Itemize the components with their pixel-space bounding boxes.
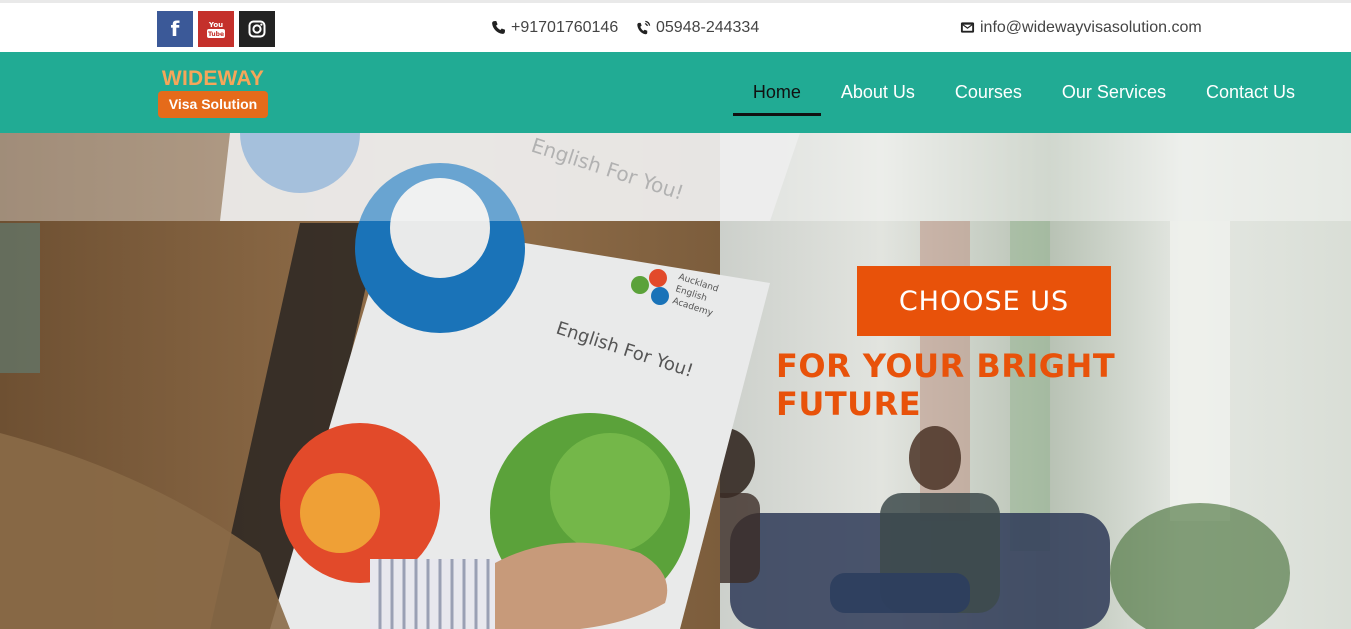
logo-brand-name: WIDEWAY — [161, 67, 265, 90]
facebook-link[interactable]: f — [157, 11, 193, 47]
email-contact[interactable]: info@widewayvisasolution.com — [960, 3, 1202, 52]
nav-item-our-services[interactable]: Our Services — [1042, 52, 1186, 133]
top-bar: f You Tube +91701760146 05948-244334 inf… — [0, 0, 1351, 52]
hero-headline: FOR YOUR BRIGHT FUTURE — [776, 347, 1116, 423]
nav-item-home[interactable]: Home — [732, 52, 821, 133]
logo-brand-tagline: Visa Solution — [158, 91, 268, 118]
phone-number-secondary[interactable]: 05948-244334 — [636, 3, 759, 52]
email-text: info@widewayvisasolution.com — [980, 18, 1202, 36]
instagram-icon — [248, 20, 266, 38]
hero-banner: English For You! English For You! Auckla… — [0, 133, 1351, 629]
instagram-link[interactable] — [239, 11, 275, 47]
phone-icon — [491, 20, 506, 35]
facebook-icon: f — [170, 17, 180, 41]
phone-number-primary[interactable]: +91701760146 — [491, 3, 618, 52]
nav-item-contact-us[interactable]: Contact Us — [1186, 52, 1315, 133]
svg-text:Tube: Tube — [208, 31, 224, 38]
main-navbar: WIDEWAY Visa Solution Home About Us Cour… — [0, 52, 1351, 133]
choose-us-button[interactable]: CHOOSE US — [857, 266, 1111, 336]
phone-secondary-text: 05948-244334 — [656, 18, 760, 36]
envelope-icon — [960, 20, 975, 35]
site-logo[interactable]: WIDEWAY Visa Solution — [158, 68, 268, 118]
youtube-link[interactable]: You Tube — [198, 11, 234, 47]
phone-primary-text: +91701760146 — [511, 18, 619, 36]
phone-ring-icon — [636, 20, 651, 35]
svg-text:You: You — [208, 21, 223, 29]
main-menu: Home About Us Courses Our Services Conta… — [732, 52, 1315, 133]
nav-item-courses[interactable]: Courses — [935, 52, 1042, 133]
social-links: f You Tube — [157, 11, 275, 47]
youtube-icon: You Tube — [207, 21, 225, 38]
hero-top-overlay — [0, 133, 1351, 221]
nav-item-about-us[interactable]: About Us — [821, 52, 935, 133]
